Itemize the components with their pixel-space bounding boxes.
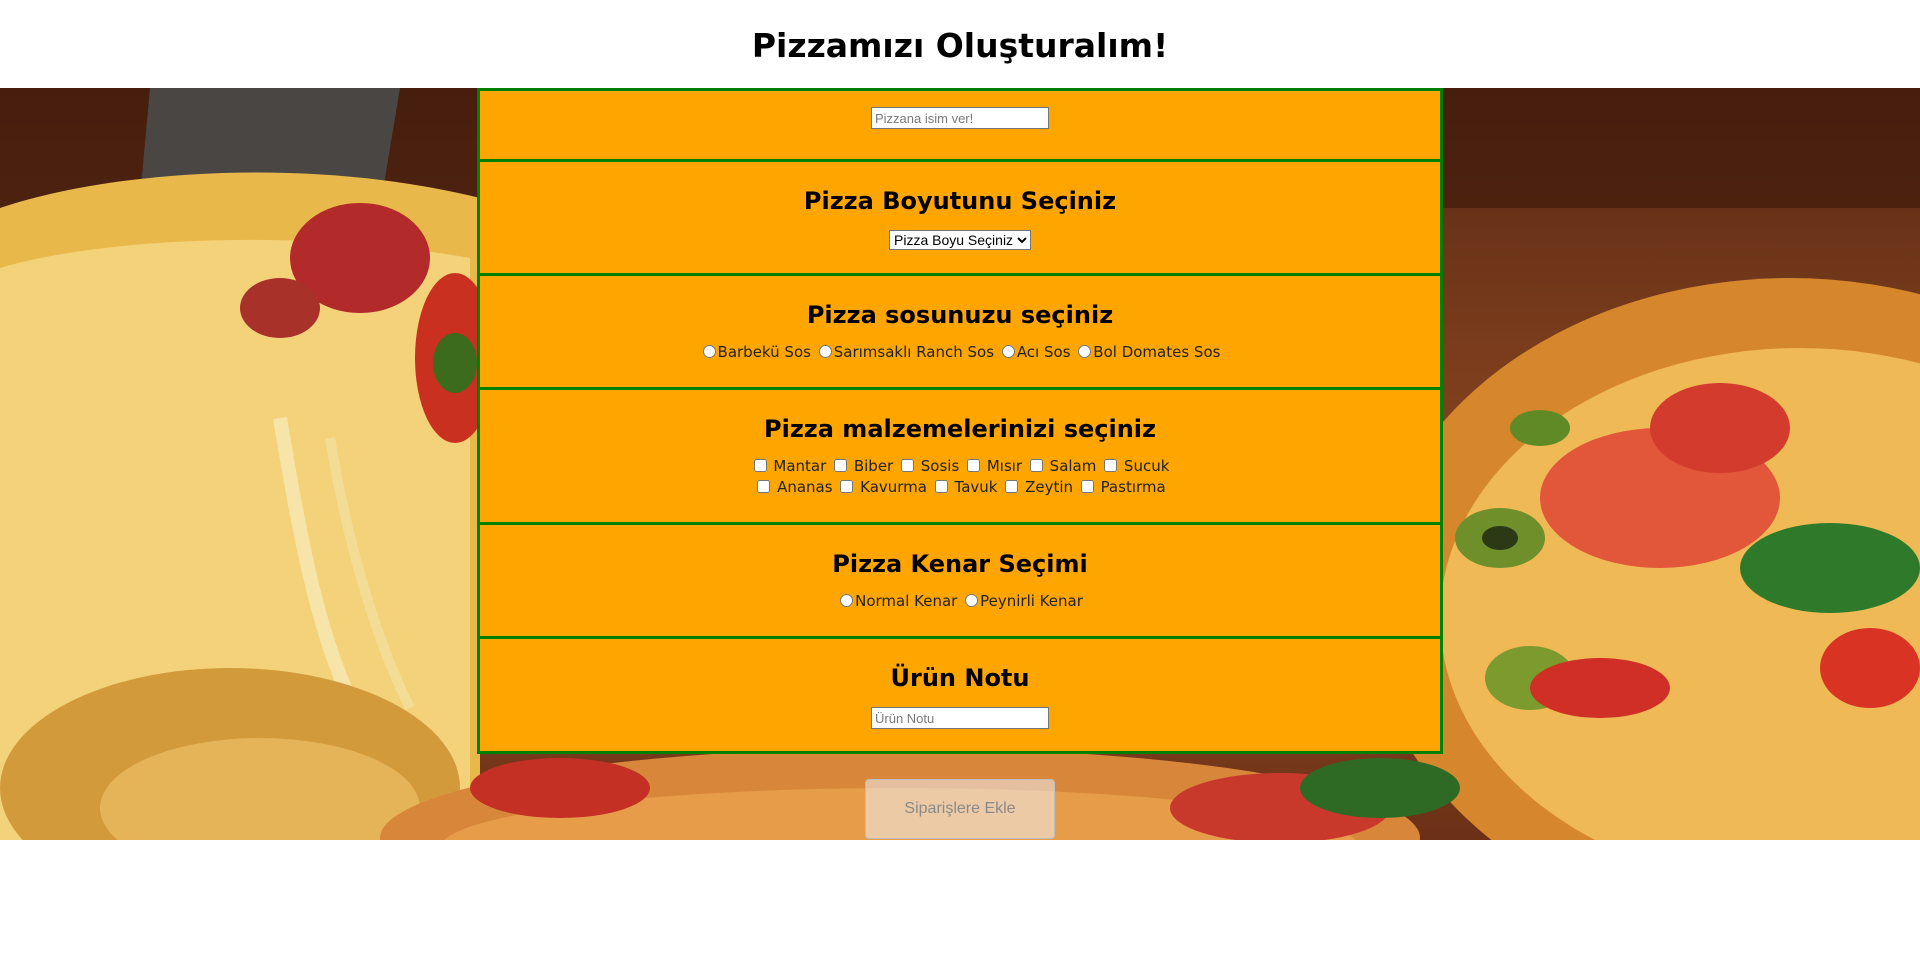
ingredient-label: Kavurma [860, 478, 927, 496]
note-heading: Ürün Notu [890, 664, 1030, 692]
sauce-radio-aci[interactable] [1001, 345, 1015, 358]
sauce-label-domates: Bol Domates Sos [1093, 343, 1221, 361]
ingredient-option: Sosis [898, 457, 959, 475]
ingredient-label: Pastırma [1100, 478, 1166, 496]
sauce-option-aci: Acı Sos [999, 343, 1071, 361]
ingredient-checkbox-kavurma[interactable] [840, 480, 854, 493]
sauce-options: Barbekü Sos Sarımsaklı Ranch Sos Acı Sos… [480, 342, 1440, 363]
sauce-option-barbeku: Barbekü Sos [700, 343, 811, 361]
ingredient-label: Sosis [920, 457, 960, 475]
sauce-radio-ranch[interactable] [818, 345, 832, 358]
sauce-option-ranch: Sarımsaklı Ranch Sos [816, 343, 994, 361]
sauce-radio-barbeku[interactable] [702, 345, 716, 358]
ingredient-option: Kavurma [837, 478, 927, 496]
ingredient-option: Biber [831, 457, 893, 475]
ingredient-checkbox-tavuk[interactable] [934, 480, 948, 493]
ingredient-option: Salam [1027, 457, 1096, 475]
name-section [477, 88, 1443, 162]
ingredient-label: Mantar [773, 457, 827, 475]
page-title: Pizzamızı Oluşturalım! [751, 26, 1169, 65]
pizza-name-input[interactable] [871, 107, 1049, 129]
ingredients-heading: Pizza malzemelerinizi seçiniz [764, 415, 1156, 443]
ingredient-label: Biber [853, 457, 894, 475]
ingredient-checkbox-pastirma[interactable] [1080, 480, 1094, 493]
edge-option-peynirli: Peynirli Kenar [962, 592, 1083, 610]
ingredient-label: Sucuk [1123, 457, 1170, 475]
sauce-label-barbeku: Barbekü Sos [717, 343, 811, 361]
ingredient-label: Mısır [986, 457, 1023, 475]
ingredient-option: Ananas [754, 478, 833, 496]
edge-label-normal: Normal Kenar [855, 592, 958, 610]
edge-label-peynirli: Peynirli Kenar [980, 592, 1083, 610]
edge-radio-normal[interactable] [840, 594, 854, 607]
ingredient-checkbox-zeytin[interactable] [1005, 480, 1019, 493]
ingredients-section: Pizza malzemelerinizi seçiniz Mantar Bib… [477, 387, 1443, 525]
ingredient-checkbox-salam[interactable] [1029, 459, 1043, 472]
ingredient-checkbox-biber[interactable] [834, 459, 848, 472]
edge-options: Normal Kenar Peynirli Kenar [480, 591, 1440, 612]
ingredient-checkbox-misir[interactable] [967, 459, 981, 472]
note-wrap [480, 707, 1440, 729]
ingredient-checkbox-sosis[interactable] [901, 459, 914, 472]
edge-section: Pizza Kenar Seçimi Normal Kenar Peynirli… [477, 522, 1443, 639]
ingredient-label: Tavuk [954, 478, 998, 496]
ingredient-label: Zeytin [1025, 478, 1073, 496]
ingredients-row-1: Mantar Biber Sosis Mısır Salam Sucuk [480, 456, 1440, 477]
product-note-input[interactable] [871, 707, 1049, 729]
sauce-label-aci: Acı Sos [1016, 343, 1071, 361]
ingredient-option: Mantar [751, 457, 827, 475]
sauce-section: Pizza sosunuzu seçiniz Barbekü Sos Sarım… [477, 273, 1443, 390]
ingredient-checkbox-mantar[interactable] [753, 459, 767, 472]
sauce-option-domates: Bol Domates Sos [1075, 343, 1220, 361]
ingredient-label: Ananas [777, 478, 833, 496]
ingredient-option: Tavuk [932, 478, 998, 496]
add-to-orders-button[interactable]: Siparişlere Ekle [865, 779, 1055, 839]
edge-heading: Pizza Kenar Seçimi [832, 550, 1088, 578]
ingredient-option: Pastırma [1078, 478, 1166, 496]
sauce-radio-domates[interactable] [1078, 345, 1092, 358]
pizza-size-select[interactable]: Pizza Boyu Seçiniz [889, 230, 1031, 250]
pizza-form: Pizza Boyutunu Seçiniz Pizza Boyu Seçini… [477, 88, 1443, 754]
ingredient-option: Zeytin [1002, 478, 1073, 496]
ingredient-checkbox-ananas[interactable] [757, 480, 771, 493]
note-section: Ürün Notu [477, 636, 1443, 754]
ingredient-option: Mısır [964, 457, 1022, 475]
size-section: Pizza Boyutunu Seçiniz Pizza Boyu Seçini… [477, 159, 1443, 276]
sauce-heading: Pizza sosunuzu seçiniz [806, 301, 1114, 329]
ingredient-label: Salam [1049, 457, 1097, 475]
ingredient-option: Sucuk [1101, 457, 1169, 475]
sauce-label-ranch: Sarımsaklı Ranch Sos [833, 343, 995, 361]
edge-option-normal: Normal Kenar [837, 592, 957, 610]
ingredients-row-2: Ananas Kavurma Tavuk Zeytin Pastırma [480, 477, 1440, 498]
ingredient-checkbox-sucuk[interactable] [1104, 459, 1118, 472]
size-heading: Pizza Boyutunu Seçiniz [803, 187, 1117, 215]
edge-radio-peynirli[interactable] [965, 594, 979, 607]
